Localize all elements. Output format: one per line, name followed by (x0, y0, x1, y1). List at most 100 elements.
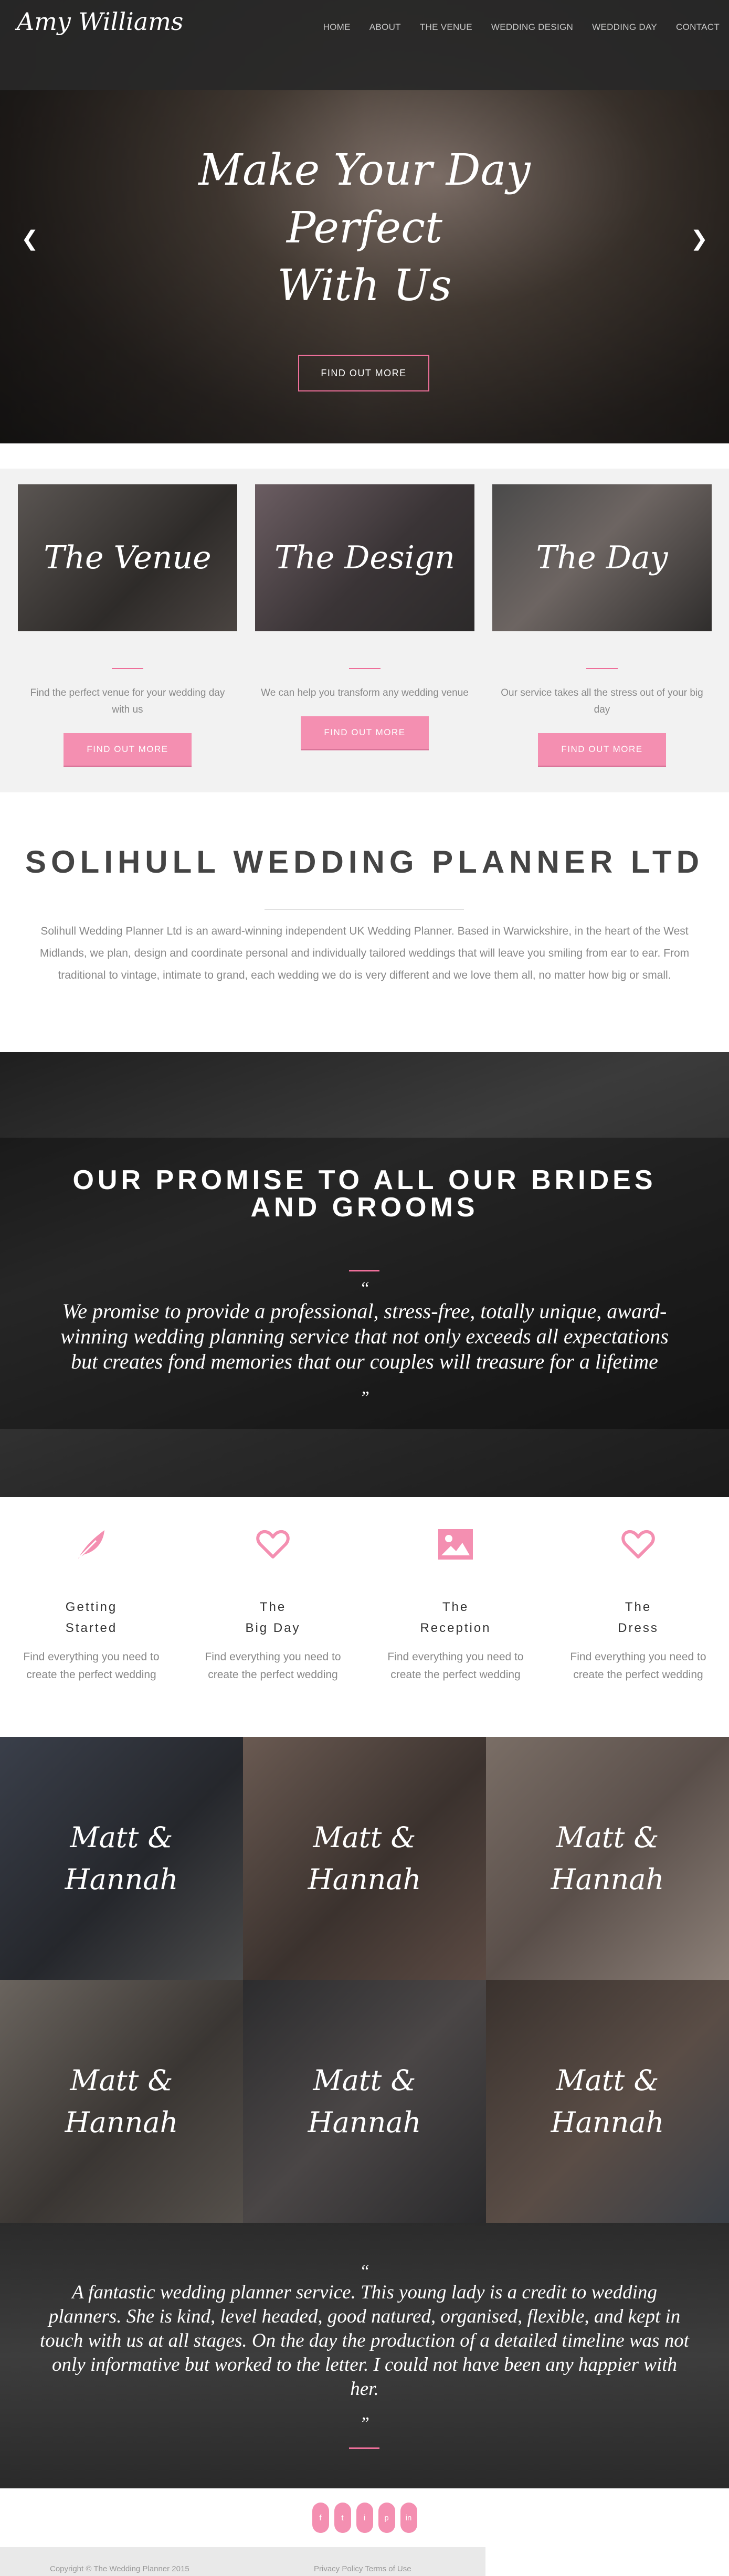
chevron-left-icon[interactable]: ❮ (21, 227, 39, 251)
promise-heading-line: OUR PROMISE TO ALL OUR BRIDES (72, 1165, 657, 1195)
gallery-caption: Matt & (313, 1820, 416, 1854)
gallery-caption: Matt & (313, 2063, 416, 2097)
nav-item-about[interactable]: ABOUT (369, 22, 401, 33)
gallery-tile[interactable]: Matt & Hannah (486, 1737, 729, 1980)
gallery-caption: Hannah (308, 1862, 421, 1896)
feature-find-out-more-button[interactable]: FIND OUT MORE (64, 733, 192, 766)
divider (112, 668, 143, 669)
promise-section: OUR PROMISE TO ALL OUR BRIDES AND GROOMS… (0, 1052, 729, 1497)
gallery-tile[interactable]: Matt & Hannah (486, 1980, 729, 2223)
nav-item-wedding-day[interactable]: WEDDING DAY (592, 22, 657, 33)
heart-icon (559, 1523, 717, 1565)
about-heading: SOLIHULL WEDDING PLANNER LTD (25, 844, 704, 879)
promise-text: We promise to provide a professional, st… (60, 1299, 669, 1373)
service-title: The Big Day (194, 1597, 352, 1639)
service-text: Find everything you need to create the p… (387, 1651, 524, 1681)
testimonial-text: A fantastic wedding planner service. Thi… (40, 2282, 689, 2400)
services-section: Getting Started Find everything you need … (0, 1497, 729, 1737)
feature-title: The Day (536, 539, 668, 576)
hero-find-out-more-button[interactable]: FIND OUT MORE (298, 355, 429, 391)
instagram-icon[interactable]: i (356, 2503, 373, 2533)
promise-heading-line: AND GROOMS (250, 1192, 479, 1223)
feature-image[interactable]: The Venue (18, 484, 237, 631)
feature-title: The Design (274, 539, 455, 576)
nav-item-wedding-design[interactable]: WEDDING DESIGN (491, 22, 573, 33)
chevron-right-icon[interactable]: ❯ (690, 227, 708, 251)
service-dress[interactable]: The Dress Find everything you need to cre… (559, 1523, 717, 1684)
feature-card-day: The Day Our service takes all the stress… (492, 484, 712, 766)
about-section: SOLIHULL WEDDING PLANNER LTD Solihull We… (0, 792, 729, 1052)
features-section: The Venue Find the perfect venue for you… (0, 469, 729, 792)
site-logo[interactable]: Amy Williams (17, 7, 183, 36)
feature-text: Find the perfect venue for your wedding … (30, 687, 225, 715)
divider (349, 1270, 379, 1271)
close-quote-icon: ” (360, 1388, 369, 1407)
hero-title-line: Make Your Day (198, 145, 531, 195)
gallery-grid: Matt & Hannah Matt & Hannah Matt & Hanna… (0, 1737, 729, 2223)
divider (586, 668, 618, 669)
service-big-day[interactable]: The Big Day Find everything you need to c… (194, 1523, 352, 1684)
hero-title-line: Perfect (287, 203, 442, 253)
gallery-caption: Hannah (551, 1862, 664, 1896)
service-title: The Reception (377, 1597, 534, 1639)
footer-policy-links[interactable]: Privacy Policy Terms of Use (314, 2564, 411, 2573)
nav-item-home[interactable]: HOME (323, 22, 351, 33)
gallery-caption: Matt & (70, 2063, 173, 2097)
nav-item-contact[interactable]: CONTACT (676, 22, 720, 33)
feature-find-out-more-button[interactable]: FIND OUT MORE (301, 716, 429, 749)
feature-title: The Venue (44, 539, 212, 576)
gallery-caption: Hannah (551, 2105, 664, 2139)
gallery-caption: Matt & (70, 1820, 173, 1854)
feature-text: We can help you transform any wedding ve… (261, 687, 469, 698)
linkedin-icon[interactable]: in (400, 2503, 417, 2533)
service-text: Find everything you need to create the p… (205, 1651, 341, 1681)
nav-item-the-venue[interactable]: THE VENUE (420, 22, 472, 33)
twitter-icon[interactable]: t (334, 2503, 351, 2533)
service-title: Getting Started (13, 1597, 170, 1639)
promise-heading: OUR PROMISE TO ALL OUR BRIDES AND GROOMS (0, 1167, 729, 1221)
open-quote-icon: “ (360, 2262, 369, 2281)
heart-icon (194, 1523, 352, 1565)
main-nav: HOME ABOUT THE VENUE WEDDING DESIGN WEDD… (314, 22, 729, 33)
image-icon (377, 1523, 534, 1565)
service-text: Find everything you need to create the p… (570, 1651, 706, 1681)
gallery-tile[interactable]: Matt & Hannah (243, 1737, 486, 1980)
site-footer: Copyright © The Wedding Planner 2015 Pri… (0, 2547, 485, 2576)
hero-title-line: With Us (277, 261, 452, 311)
feature-card-venue: The Venue Find the perfect venue for you… (18, 484, 237, 766)
service-title-line: Big Day (245, 1621, 301, 1635)
site-header: Amy Williams HOME ABOUT THE VENUE WEDDIN… (0, 0, 729, 90)
service-reception[interactable]: The Reception Find everything you need to… (377, 1523, 534, 1684)
feature-image[interactable]: The Day (492, 484, 712, 631)
divider (349, 668, 381, 669)
testimonial-section: “ A fantastic wedding planner service. T… (0, 2223, 729, 2488)
service-title-line: The (442, 1600, 469, 1614)
open-quote-icon: “ (360, 1279, 369, 1298)
service-getting-started[interactable]: Getting Started Find everything you need … (13, 1523, 170, 1684)
feature-text: Our service takes all the stress out of … (501, 687, 703, 715)
service-title-line: Started (65, 1621, 118, 1635)
gallery-tile[interactable]: Matt & Hannah (243, 1980, 486, 2223)
service-text: Find everything you need to create the p… (23, 1651, 160, 1681)
gallery-tile[interactable]: Matt & Hannah (0, 1737, 243, 1980)
gallery-caption: Hannah (308, 2105, 421, 2139)
about-text: Solihull Wedding Planner Ltd is an award… (39, 925, 690, 981)
facebook-icon[interactable]: f (312, 2503, 329, 2533)
divider (349, 2447, 379, 2449)
feature-card-design: The Design We can help you transform any… (255, 484, 474, 749)
service-title-line: The (259, 1600, 287, 1614)
service-title-line: Getting (65, 1600, 118, 1614)
feather-icon (13, 1523, 170, 1565)
service-title-line: Dress (618, 1621, 659, 1635)
service-title-line: Reception (420, 1621, 491, 1635)
gallery-tile[interactable]: Matt & Hannah (0, 1980, 243, 2223)
footer-blank-area (485, 2547, 729, 2576)
gallery-caption: Hannah (65, 1862, 178, 1896)
social-links: f t i p in (0, 2488, 729, 2547)
feature-image[interactable]: The Design (255, 484, 474, 631)
gallery-caption: Matt & (556, 2063, 659, 2097)
pinterest-icon[interactable]: p (378, 2503, 395, 2533)
copyright-text: Copyright © The Wedding Planner 2015 (50, 2564, 189, 2573)
service-title-line: The (625, 1600, 652, 1614)
feature-find-out-more-button[interactable]: FIND OUT MORE (538, 733, 666, 766)
